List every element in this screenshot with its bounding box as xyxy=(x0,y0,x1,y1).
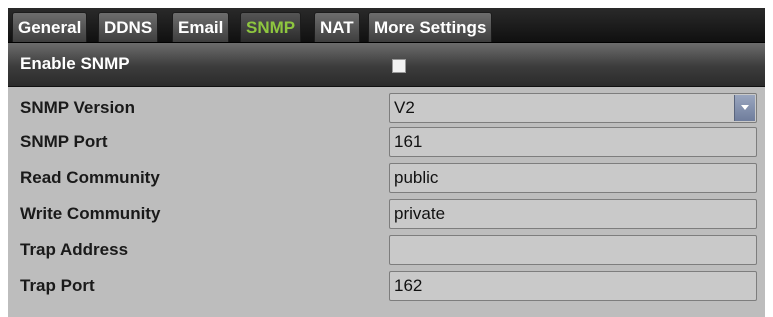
trap-address-input[interactable] xyxy=(389,235,757,265)
enable-snmp-bar: Enable SNMP xyxy=(8,43,765,87)
trap-port-input[interactable] xyxy=(389,271,757,301)
tab-email[interactable]: Email xyxy=(172,12,230,42)
snmp-version-select[interactable] xyxy=(389,93,757,123)
read-community-input[interactable] xyxy=(389,163,757,193)
trap-port-row: Trap Port xyxy=(8,267,765,303)
snmp-form: SNMP Version SNMP Port Read Community Wr… xyxy=(8,87,765,317)
tab-snmp[interactable]: SNMP xyxy=(240,12,302,42)
snmp-port-input[interactable] xyxy=(389,127,757,157)
snmp-version-row: SNMP Version xyxy=(8,89,765,125)
tab-ddns[interactable]: DDNS xyxy=(98,12,159,42)
chevron-down-icon xyxy=(741,105,749,110)
tab-bar: General DDNS Email SNMP NAT More Setting… xyxy=(8,8,765,43)
trap-port-label: Trap Port xyxy=(20,276,95,295)
trap-address-row: Trap Address xyxy=(8,231,765,267)
write-community-row: Write Community xyxy=(8,195,765,231)
tab-nat[interactable]: NAT xyxy=(314,12,360,42)
write-community-label: Write Community xyxy=(20,204,161,223)
tab-more-settings[interactable]: More Settings xyxy=(368,12,493,42)
network-settings-panel: General DDNS Email SNMP NAT More Setting… xyxy=(8,8,765,317)
snmp-port-label: SNMP Port xyxy=(20,132,108,151)
write-community-input[interactable] xyxy=(389,199,757,229)
snmp-version-label: SNMP Version xyxy=(20,98,135,117)
tab-general[interactable]: General xyxy=(12,12,88,42)
snmp-port-row: SNMP Port xyxy=(8,123,765,159)
read-community-row: Read Community xyxy=(8,159,765,195)
read-community-label: Read Community xyxy=(20,168,160,187)
enable-snmp-checkbox[interactable] xyxy=(392,59,406,73)
trap-address-label: Trap Address xyxy=(20,240,129,259)
enable-snmp-label: Enable SNMP xyxy=(20,54,130,73)
snmp-version-dropdown-button[interactable] xyxy=(734,95,755,121)
